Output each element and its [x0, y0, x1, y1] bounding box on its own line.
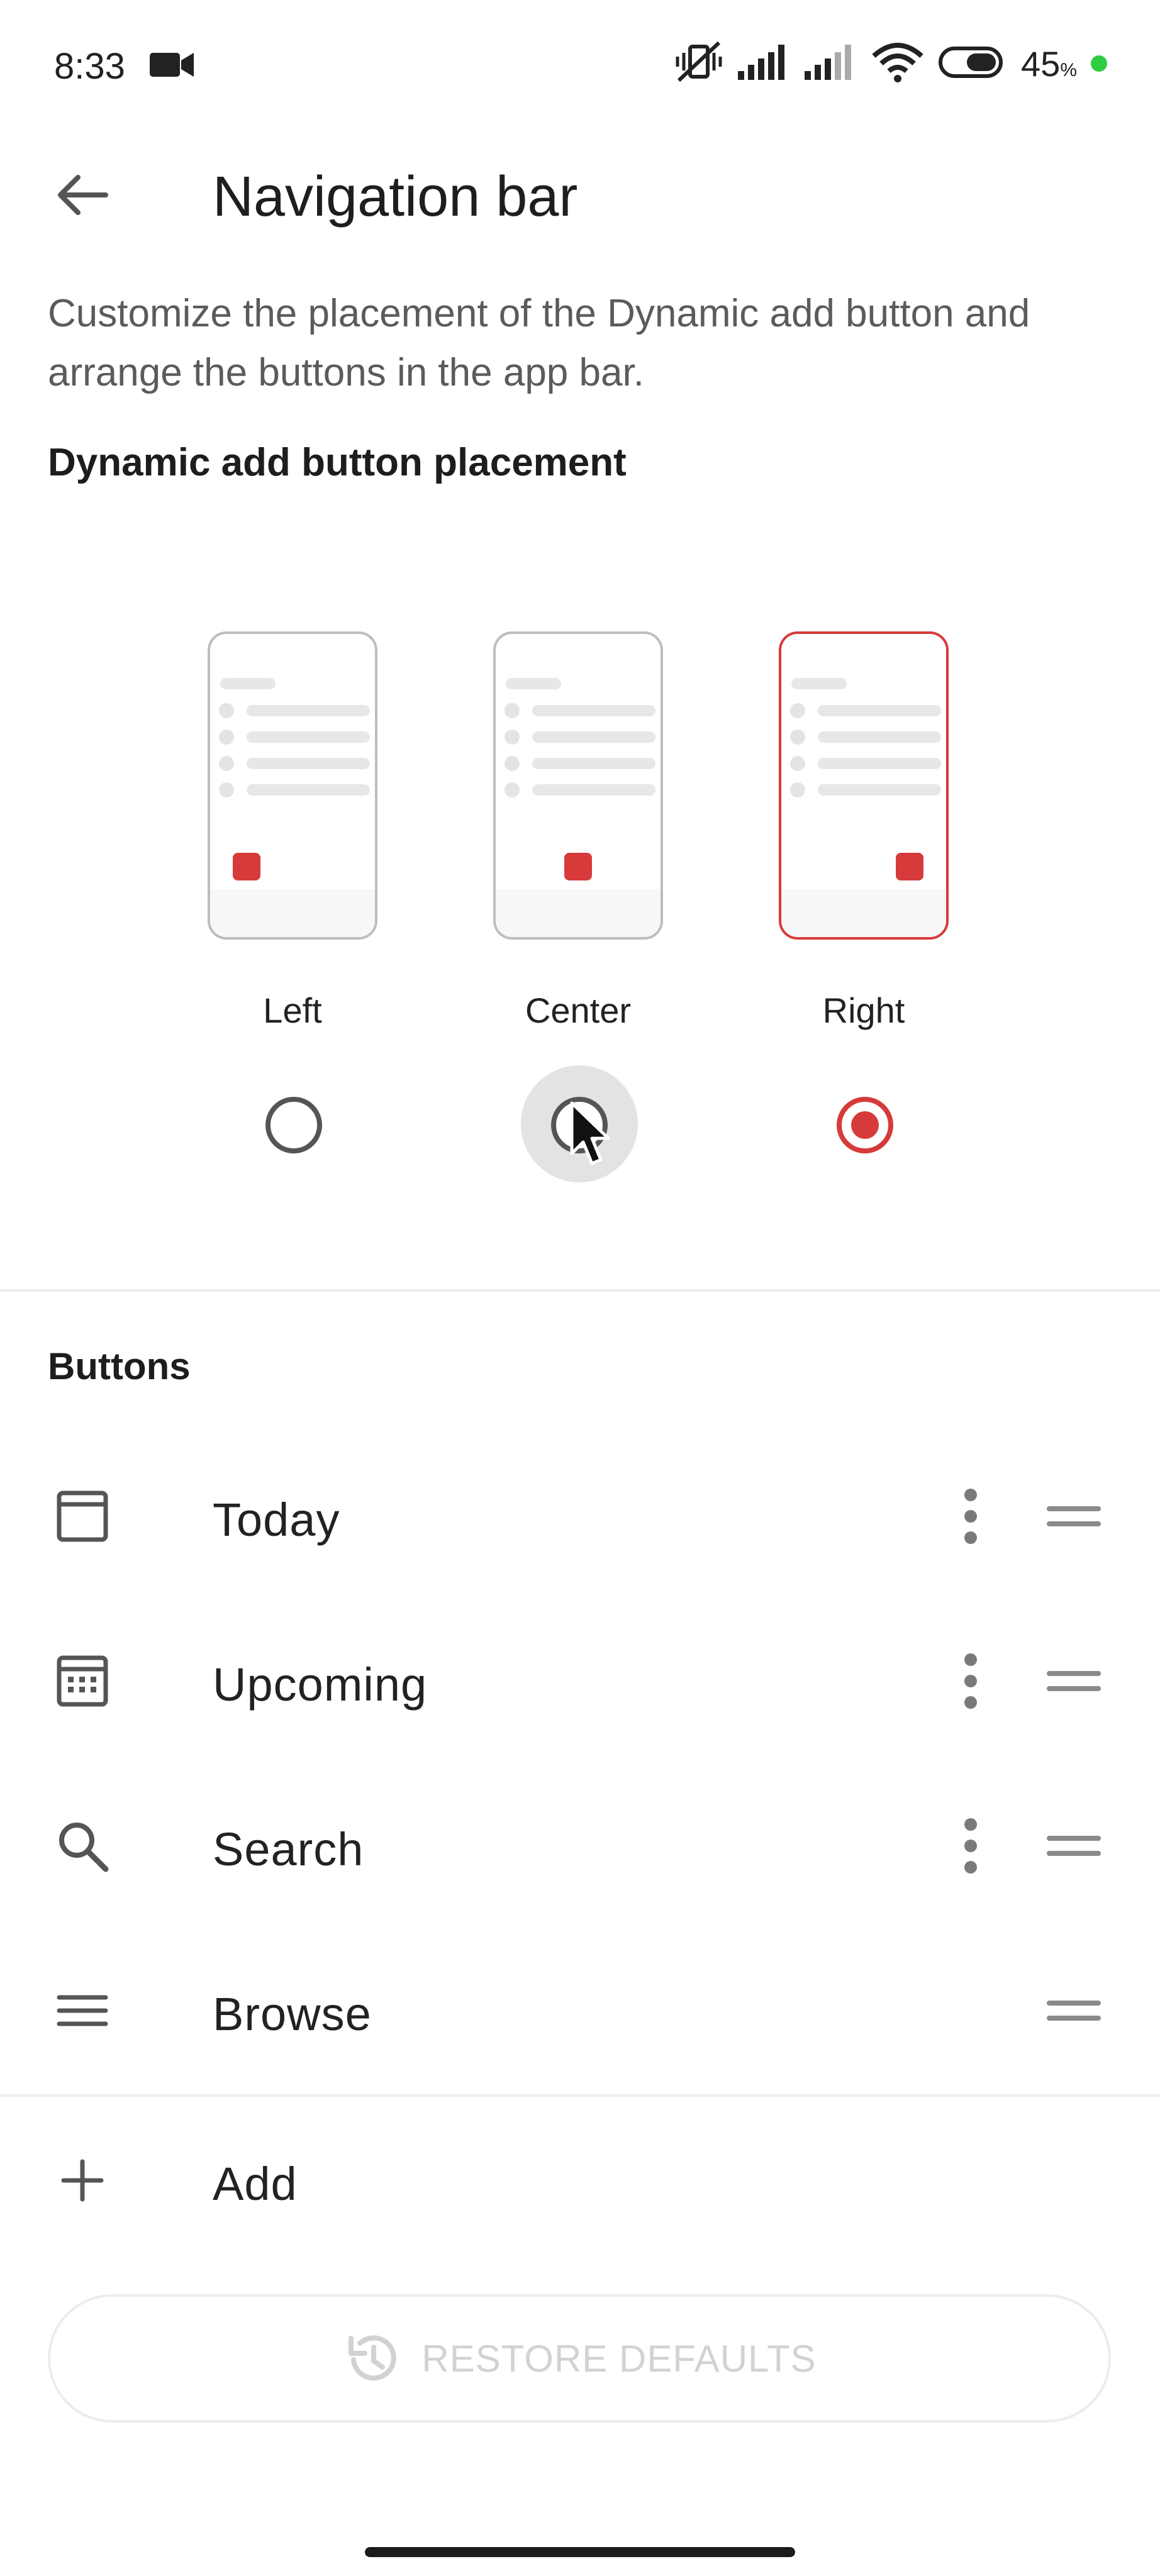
list-item-label: Today: [213, 1494, 340, 1546]
buttons-section-title: Buttons: [48, 1345, 191, 1387]
list-item-label: Browse: [213, 1988, 372, 2040]
calendar-icon: [48, 1646, 117, 1716]
list-item-label: Upcoming: [213, 1658, 428, 1711]
description-text: Customize the placement of the Dynamic a…: [48, 292, 1030, 394]
option-label-center: Center: [525, 991, 632, 1030]
video-camera-icon: [150, 49, 195, 84]
drag-handle-icon[interactable]: [1047, 1482, 1103, 1551]
signal-icon-2: [805, 43, 857, 84]
battery-percent: 45%: [1021, 43, 1077, 84]
phone-preview-center[interactable]: [493, 631, 663, 940]
drag-handle-icon[interactable]: [1047, 1646, 1103, 1716]
vibrate-silent-icon: [674, 40, 724, 87]
list-item-search[interactable]: Search: [0, 1774, 1160, 1918]
mouse-cursor-icon: [570, 1101, 610, 1165]
list-item-today[interactable]: Today: [0, 1444, 1160, 1589]
status-icons: 45%: [674, 40, 1107, 87]
plus-icon: [48, 2146, 117, 2215]
arrow-left-icon: [58, 175, 108, 215]
radio-right[interactable]: [837, 1097, 893, 1153]
privacy-indicator-dot: [1091, 55, 1107, 72]
add-button-preview: [896, 853, 923, 880]
add-button-preview: [233, 853, 260, 880]
restore-defaults-button[interactable]: RESTORE DEFAULTS: [48, 2294, 1111, 2423]
status-bar: 8:33 45%: [0, 0, 1160, 126]
battery-icon: [938, 45, 1007, 83]
wifi-icon: [871, 42, 924, 86]
option-label-right: Right: [822, 991, 905, 1030]
phone-preview-right[interactable]: [779, 631, 949, 940]
history-icon: [349, 2335, 397, 2381]
restore-defaults-label: RESTORE DEFAULTS: [421, 2337, 817, 2380]
list-item-upcoming[interactable]: Upcoming: [0, 1609, 1160, 1753]
more-options-icon[interactable]: [949, 1482, 993, 1551]
menu-icon: [48, 1976, 117, 2045]
add-button-row[interactable]: Add: [0, 2108, 1160, 2253]
add-label: Add: [213, 2158, 298, 2210]
section-divider: [0, 1289, 1160, 1292]
option-label-left: Left: [263, 991, 322, 1030]
drag-handle-icon[interactable]: [1047, 1976, 1103, 2045]
placement-section-title: Dynamic add button placement: [48, 441, 627, 484]
status-time: 8:33: [54, 46, 125, 87]
list-item-browse[interactable]: Browse: [0, 1938, 1160, 2083]
home-indicator[interactable]: [365, 2547, 795, 2557]
more-options-icon[interactable]: [949, 1646, 993, 1716]
page-title: Navigation bar: [213, 165, 578, 228]
today-icon: [48, 1482, 117, 1551]
phone-preview-left[interactable]: [208, 631, 377, 940]
search-icon: [48, 1811, 117, 1880]
add-button-preview: [564, 853, 592, 880]
back-button[interactable]: [44, 157, 120, 233]
signal-icon: [738, 43, 791, 84]
more-options-icon[interactable]: [949, 1811, 993, 1880]
drag-handle-icon[interactable]: [1047, 1811, 1103, 1880]
radio-left[interactable]: [265, 1097, 322, 1153]
list-divider: [0, 2094, 1160, 2097]
list-item-label: Search: [213, 1823, 364, 1875]
